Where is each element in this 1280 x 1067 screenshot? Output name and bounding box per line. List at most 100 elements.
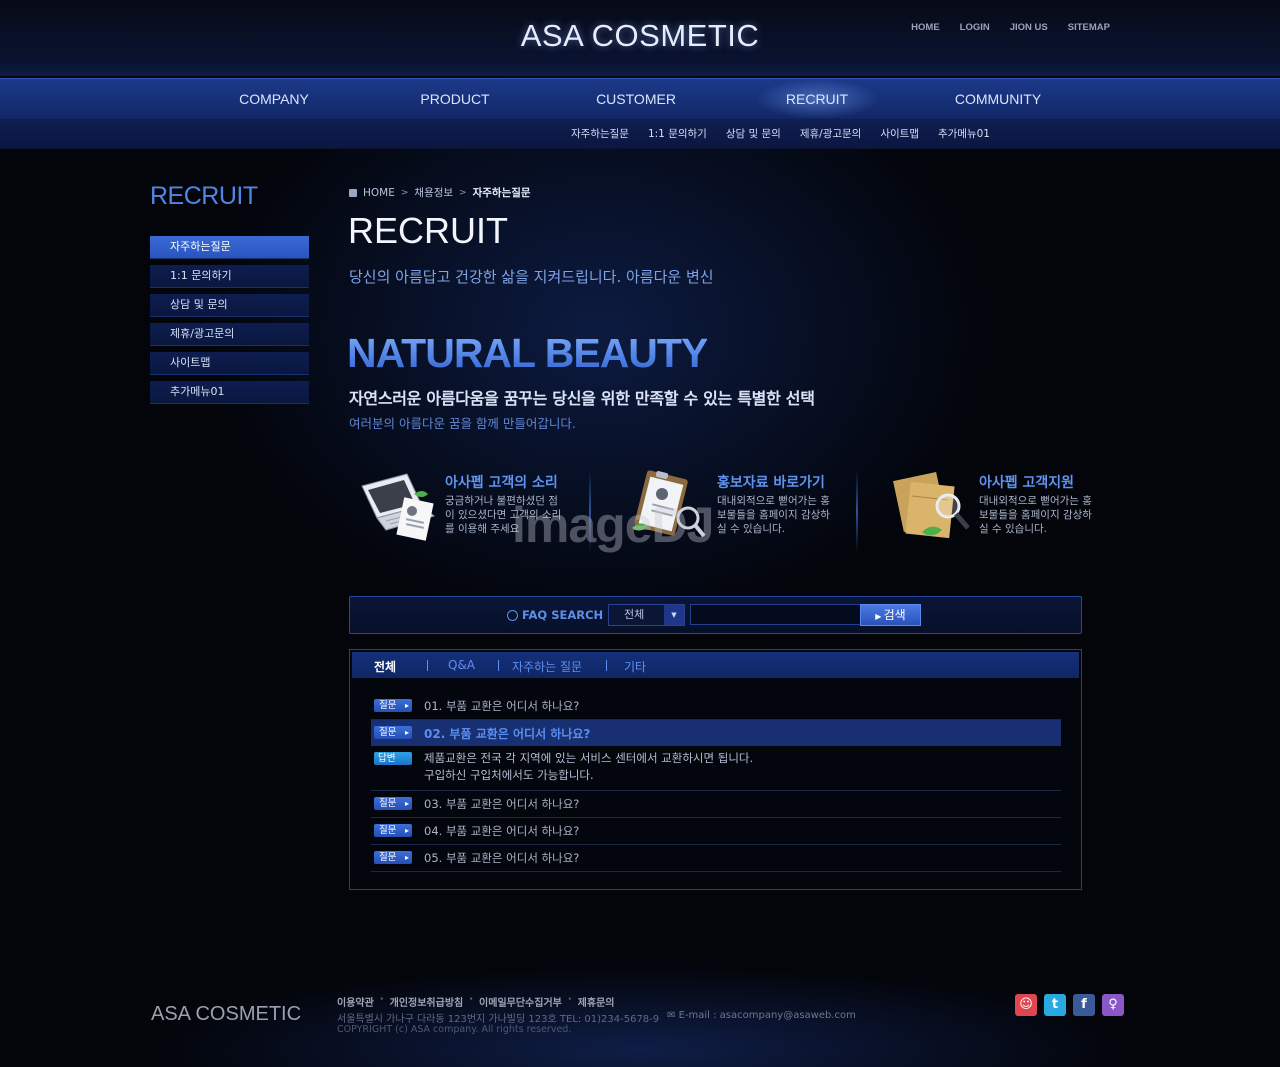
sidebar-menu: 자주하는질문 1:1 문의하기 상담 및 문의 제휴/광고문의 사이트맵 추가메… [150,236,309,410]
tab-etc[interactable]: 기타 [624,658,646,675]
question-badge: 질문 [374,726,412,739]
category-select-value: 전체 [624,608,645,621]
page-title: RECRUIT [348,210,508,251]
feature-3-title: 아사펩 고객지원 [979,475,1075,491]
feature-divider [856,470,858,552]
util-login-link[interactable]: LOGIN [960,22,990,33]
question-badge: 질문 [374,797,412,810]
feature-2-text: 대내외적으로 뻗어가는 홍보물들을 홈페이지 감상하실 수 있습니다. [717,495,830,535]
page-subtitle: 당신의 아름답고 건강한 삶을 지켜드립니다. 아름다운 변신 [349,268,714,286]
sidebar-item-inquiry[interactable]: 1:1 문의하기 [150,265,309,288]
breadcrumb-current: 자주하는질문 [472,187,531,199]
me2day-icon[interactable]: ☺ [1015,994,1037,1016]
subnav-consult[interactable]: 상담 및 문의 [726,126,781,141]
question-badge: 질문 [374,699,412,712]
nav-company[interactable]: COMPANY [239,91,309,107]
faq-question-row[interactable]: 질문 01. 부품 교환은 어디서 하나요? [371,693,1061,720]
footer-links: 이용약관 · 개인정보취급방침 · 이메일무단수집거부 · 제휴문의 [337,994,614,1009]
search-button[interactable]: ▶ 검색 [860,604,921,626]
nav-recruit[interactable]: RECRUIT [786,91,848,107]
footer-link-privacy[interactable]: 개인정보취급방침 [390,994,464,1009]
feature-3-text: 대내외적으로 뻗어가는 홍보물들을 홈페이지 감상하실 수 있습니다. [979,495,1092,535]
breadcrumb: HOME > 채용정보 > 자주하는질문 [349,185,531,200]
footer-address: 서울특별시 가나구 다라동 123번지 가나빌딩 123호 TEL: 01)23… [337,1014,660,1025]
faq-question-row[interactable]: 질문 04. 부품 교환은 어디서 하나요? [371,818,1061,845]
hero-subtitle: 자연스러운 아름다움을 꿈꾸는 당신을 위한 만족할 수 있는 특별한 선택 [349,389,815,408]
search-icon [507,609,518,621]
faq-question[interactable]: 04. 부품 교환은 어디서 하나요? [424,823,579,839]
tab-all[interactable]: 전체 [374,658,396,675]
faq-panel: 전체 Q&A 자주하는 질문 기타 질문 01. 부품 교환은 어디서 하나요?… [349,649,1082,890]
faq-tabs: 전체 Q&A 자주하는 질문 기타 [352,652,1079,678]
faq-question-row[interactable]: 질문 05. 부품 교환은 어디서 하나요? [371,845,1061,872]
sidebar-item-partnership[interactable]: 제휴/광고문의 [150,323,309,346]
hero-description: 여러분의 아름다운 꿈을 함께 만들어갑니다. [349,416,576,431]
chevron-right-icon: > [400,187,409,198]
footer-link-terms[interactable]: 이용약관 [337,994,374,1009]
breadcrumb-recruit[interactable]: 채용정보 [414,185,453,200]
hero-title: NATURAL BEAUTY [347,330,708,376]
sub-navigation: 자주하는질문 1:1 문의하기 상담 및 문의 제휴/광고문의 사이트맵 추가메… [0,119,1280,149]
faq-answer: 답변 제품교환은 전국 각 지역에 있는 서비스 센터에서 교환하시면 됩니다.… [371,746,1061,791]
nav-customer[interactable]: CUSTOMER [596,91,676,107]
answer-line-2: 구입하신 구입처에서도 가능합니다. [424,768,594,782]
feature-1-title: 아사펩 고객의 소리 [445,475,558,491]
twitter-icon[interactable]: t [1044,994,1066,1016]
chevron-down-icon[interactable]: ▼ [664,605,684,625]
subnav-extra[interactable]: 추가메뉴01 [938,126,990,141]
faq-search-text: FAQ SEARCH [522,608,604,622]
faq-question-row[interactable]: 질문 03. 부품 교환은 어디서 하나요? [371,791,1061,818]
play-icon: ▶ [875,612,884,621]
sidebar-item-consult[interactable]: 상담 및 문의 [150,294,309,317]
question-badge: 질문 [374,851,412,864]
chevron-right-icon: > [459,187,467,198]
feature-support[interactable]: 아사펩 고객지원 대내외적으로 뻗어가는 홍보물들을 홈페이지 감상하실 수 있… [888,466,1092,556]
envelope-magnifier-icon [893,471,970,539]
sidebar-item-faq[interactable]: 자주하는질문 [150,236,309,259]
subnav-faq[interactable]: 자주하는질문 [571,126,629,141]
sidebar-item-extra[interactable]: 추가메뉴01 [150,381,309,404]
nav-community[interactable]: COMMUNITY [955,91,1041,107]
tab-divider [498,660,499,671]
faq-search-label: FAQ SEARCH [507,608,603,622]
feature-2-title: 홍보자료 바로가기 [717,475,825,491]
watermark: imageDJ [512,497,714,553]
subnav-partnership[interactable]: 제휴/광고문의 [800,126,862,141]
footer-copyright: COPYRIGHT (c) ASA company. All rights re… [337,1024,572,1035]
search-input[interactable] [690,604,864,625]
util-home-link[interactable]: HOME [911,22,940,33]
subnav-inquiry[interactable]: 1:1 문의하기 [648,126,707,141]
footer-link-email-policy[interactable]: 이메일무단수집거부 [479,994,562,1009]
faq-question[interactable]: 01. 부품 교환은 어디서 하나요? [424,698,579,714]
question-badge: 질문 [374,824,412,837]
tab-qna[interactable]: Q&A [448,658,475,672]
nav-product[interactable]: PRODUCT [420,91,489,107]
footer-link-partnership[interactable]: 제휴문의 [578,994,615,1009]
laptop-icon [361,473,436,541]
breadcrumb-home[interactable]: HOME [363,187,395,199]
facebook-icon[interactable]: f [1073,994,1095,1016]
faq-question-row-open[interactable]: 질문 02. 부품 교환은 어디서 하나요? [371,720,1061,746]
home-icon[interactable] [349,188,357,197]
footer-logo[interactable]: ASA COSMETIC [151,1003,301,1026]
faq-question[interactable]: 03. 부품 교환은 어디서 하나요? [424,796,579,812]
subnav-sitemap[interactable]: 사이트맵 [880,126,919,141]
footer-separator: · [379,994,384,1005]
answer-line-1: 제품교환은 전국 각 지역에 있는 서비스 센터에서 교환하시면 됩니다. [424,751,754,765]
tab-frequent[interactable]: 자주하는 질문 [512,658,582,675]
category-select[interactable]: 전체 ▼ [608,604,685,626]
footer-email-text: E-mail : asacompany@asaweb.com [678,1010,856,1021]
util-sitemap-link[interactable]: SITEMAP [1068,22,1110,33]
faq-question[interactable]: 05. 부품 교환은 어디서 하나요? [424,850,579,866]
mail-icon: ✉ [667,1010,679,1021]
yozm-icon[interactable]: ♀ [1102,994,1124,1016]
utility-links: HOME LOGIN JION US SITEMAP [911,22,1110,33]
sidebar-item-sitemap[interactable]: 사이트맵 [150,352,309,375]
util-join-link[interactable]: JION US [1010,22,1048,33]
faq-search-bar: FAQ SEARCH 전체 ▼ ▶ 검색 [349,596,1082,634]
tab-divider [606,660,607,671]
faq-question[interactable]: 02. 부품 교환은 어디서 하나요? [424,725,590,742]
site-header: ASA COSMETIC HOME LOGIN JION US SITEMAP [0,0,1280,76]
footer-email: ✉ E-mail : asacompany@asaweb.com [667,1010,856,1021]
sidebar-title: RECRUIT [150,182,258,210]
